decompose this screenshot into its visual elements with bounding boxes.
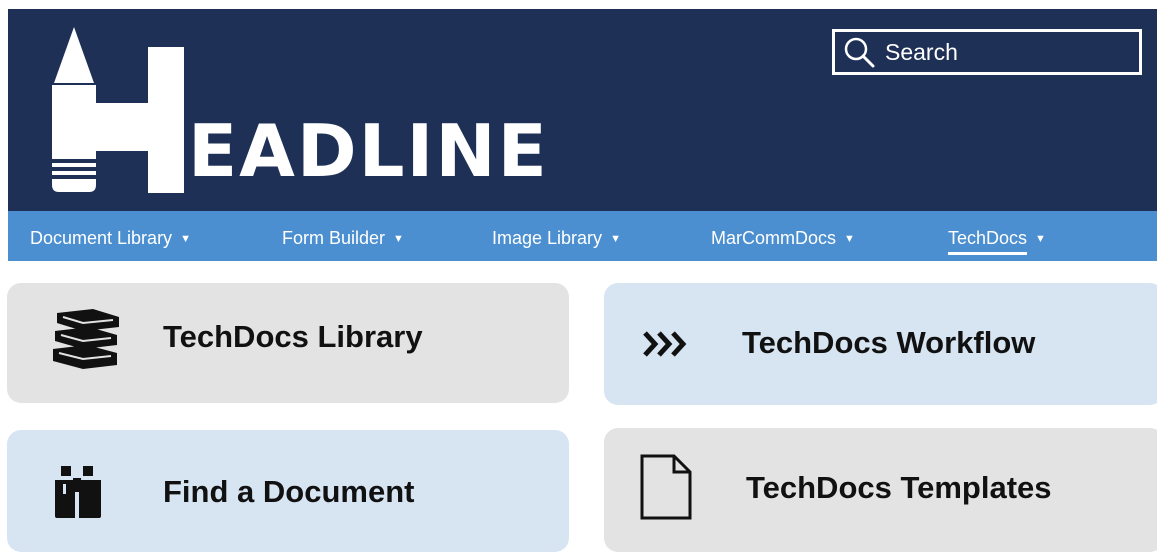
tile-techdocs-templates[interactable]: TechDocs Templates: [604, 428, 1157, 552]
nav-item-marcommdocs[interactable]: MarCommDocs ▼: [711, 211, 855, 261]
books-icon: [53, 309, 119, 369]
tile-label: Find a Document: [163, 474, 415, 509]
pencil-logo-icon[interactable]: [52, 27, 192, 197]
binoculars-icon: [55, 466, 101, 518]
tile-find-document[interactable]: Find a Document: [7, 430, 569, 552]
tile-techdocs-workflow[interactable]: TechDocs Workflow: [604, 283, 1157, 405]
caret-down-icon: ▼: [1035, 233, 1046, 245]
nav-item-label: MarCommDocs: [711, 228, 837, 248]
document-icon: [640, 454, 692, 520]
nav-item-techdocs[interactable]: TechDocs ▼: [948, 211, 1046, 261]
tile-techdocs-library[interactable]: TechDocs Library: [7, 283, 569, 403]
nav-item-label: Image Library: [492, 228, 603, 248]
nav-item-image-library[interactable]: Image Library ▼: [492, 211, 621, 261]
main-nav: Document Library ▼ Form Builder ▼ Image Li…: [8, 211, 1157, 261]
nav-item-form-builder[interactable]: Form Builder ▼: [282, 211, 404, 261]
nav-item-label: Form Builder: [282, 228, 386, 248]
caret-down-icon: ▼: [393, 233, 404, 245]
site-header: EADLINE Search: [8, 9, 1157, 211]
nav-item-document-library[interactable]: Document Library ▼: [30, 211, 191, 261]
chevrons-right-icon: [643, 331, 687, 357]
tile-label: TechDocs Workflow: [742, 325, 1036, 360]
search-box[interactable]: Search: [832, 29, 1142, 75]
caret-down-icon: ▼: [610, 233, 621, 245]
caret-down-icon: ▼: [180, 233, 191, 245]
logo-wordmark[interactable]: EADLINE: [188, 111, 549, 191]
tile-label: TechDocs Templates: [746, 470, 1052, 505]
tile-label: TechDocs Library: [163, 319, 423, 354]
caret-down-icon: ▼: [844, 233, 855, 245]
nav-item-label: Document Library: [30, 228, 173, 248]
search-placeholder: Search: [885, 38, 958, 65]
search-icon: [844, 37, 875, 68]
nav-item-label: TechDocs: [948, 228, 1028, 255]
